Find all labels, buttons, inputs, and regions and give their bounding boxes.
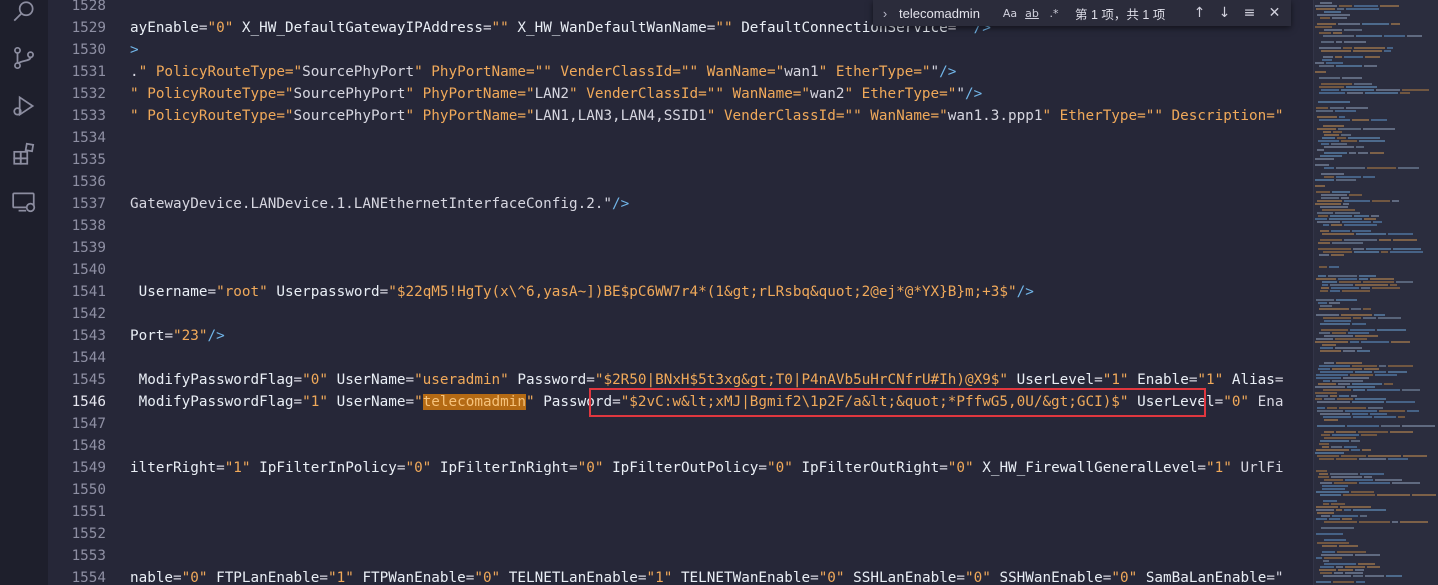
code-line[interactable]: 1545 ModifyPasswordFlag="0" UserName="us… (48, 369, 1313, 391)
close-find-icon[interactable]: ✕ (1262, 5, 1287, 21)
line-number: 1553 (71, 548, 106, 564)
find-in-selection-icon[interactable]: ≡ (1237, 5, 1262, 21)
line-text: > (130, 42, 139, 58)
code-line[interactable]: 1539 (48, 237, 1313, 259)
line-number: 1541 (71, 284, 106, 300)
line-number: 1544 (71, 350, 106, 366)
code-line[interactable]: 1543 Port="23"/> (48, 325, 1313, 347)
line-number: 1550 (71, 482, 106, 498)
previous-match-icon[interactable]: ↑ (1187, 5, 1212, 21)
find-widget: › Aa ab .* 第 1 项，共 1 项 ↑ ↓ ≡ ✕ (873, 0, 1291, 26)
line-number: 1530 (71, 42, 106, 58)
line-number: 1539 (71, 240, 106, 256)
line-text: ModifyPasswordFlag="0" UserName="useradm… (138, 372, 1284, 388)
line-number: 1535 (71, 152, 106, 168)
line-number: 1542 (71, 306, 106, 322)
line-number: 1533 (71, 108, 106, 124)
code-line[interactable]: 1549 ilterRight="1" IpFilterInPolicy="0" … (48, 457, 1313, 479)
line-number: 1545 (71, 372, 106, 388)
line-number: 1534 (71, 130, 106, 146)
code-line[interactable]: 1542 (48, 303, 1313, 325)
line-text: " PolicyRouteType="SourcePhyPort" PhyPor… (130, 108, 1284, 124)
code-line[interactable]: 1537 GatewayDevice.LANDevice.1.LANEtherne… (48, 193, 1313, 215)
line-number: 1536 (71, 174, 106, 190)
code-line[interactable]: 1550 (48, 479, 1313, 501)
line-number: 1538 (71, 218, 106, 234)
code-line[interactable]: 1535 (48, 149, 1313, 171)
search-icon[interactable] (8, 0, 40, 28)
remote-explorer-icon[interactable] (8, 186, 40, 218)
line-text: nable="0" FTPLanEnable="1" FTPWanEnable=… (130, 570, 1284, 585)
line-text: ilterRight="1" IpFilterInPolicy="0" IpFi… (130, 460, 1284, 476)
run-debug-icon[interactable] (8, 90, 40, 122)
line-number: 1551 (71, 504, 106, 520)
line-number: 1528 (71, 0, 106, 14)
line-number: 1546 (71, 394, 106, 410)
line-number: 1537 (71, 196, 106, 212)
code-line[interactable]: 1538 (48, 215, 1313, 237)
line-number: 1548 (71, 438, 106, 454)
line-text: ." PolicyRouteType="SourcePhyPort" PhyPo… (130, 64, 957, 80)
line-number: 1549 (71, 460, 106, 476)
code-line[interactable]: 1536 (48, 171, 1313, 193)
match-whole-word-icon[interactable]: ab (1021, 7, 1043, 20)
code-line[interactable]: 1533 " PolicyRouteType="SourcePhyPort" Ph… (48, 105, 1313, 127)
line-number: 1531 (71, 64, 106, 80)
line-text: ayEnable="0" X_HW_DefaultGatewayIPAddres… (130, 20, 991, 36)
minimap-slider[interactable] (1313, 0, 1438, 585)
line-number: 1529 (71, 20, 106, 36)
match-case-icon[interactable]: Aa (999, 7, 1021, 20)
code-line[interactable]: 1548 (48, 435, 1313, 457)
activity-bar (0, 0, 48, 585)
code-line[interactable]: 1546 ModifyPasswordFlag="1" UserName="te… (48, 391, 1313, 413)
code-line[interactable]: 1540 (48, 259, 1313, 281)
line-number: 1543 (71, 328, 106, 344)
code-line[interactable]: 1554 nable="0" FTPLanEnable="1" FTPWanEna… (48, 567, 1313, 585)
code-line[interactable]: 1552 (48, 523, 1313, 545)
find-input[interactable] (893, 5, 999, 21)
code-line[interactable]: 1553 (48, 545, 1313, 567)
line-number: 1552 (71, 526, 106, 542)
line-number: 1554 (71, 570, 106, 585)
code-editor[interactable]: 1528 1529 ayEnable="0" X_HW_DefaultGateway… (48, 0, 1313, 585)
match-count: 第 1 项，共 1 项 (1075, 7, 1166, 22)
source-control-icon[interactable] (8, 42, 40, 74)
line-text: Port="23"/> (130, 328, 225, 344)
regex-icon[interactable]: .* (1043, 7, 1065, 20)
line-text: " PolicyRouteType="SourcePhyPort" PhyPor… (130, 86, 983, 102)
toggle-replace-icon[interactable]: › (877, 6, 893, 21)
code-line[interactable]: 1544 (48, 347, 1313, 369)
code-line[interactable]: 1534 (48, 127, 1313, 149)
code-line[interactable]: 1532 " PolicyRouteType="SourcePhyPort" Ph… (48, 83, 1313, 105)
line-text: GatewayDevice.LANDevice.1.LANEthernetInt… (130, 196, 630, 212)
code-line[interactable]: 1531 ." PolicyRouteType="SourcePhyPort" P… (48, 61, 1313, 83)
code-line[interactable]: 1547 (48, 413, 1313, 435)
code-line[interactable]: 1530 > (48, 39, 1313, 61)
line-text: Username="root" Userpassword="$22qM5!HgT… (138, 284, 1034, 300)
line-number: 1532 (71, 86, 106, 102)
line-text: ModifyPasswordFlag="1" UserName="telecom… (138, 394, 1284, 410)
line-number: 1547 (71, 416, 106, 432)
next-match-icon[interactable]: ↓ (1212, 5, 1237, 21)
code-line[interactable]: 1541 Username="root" Userpassword="$22qM… (48, 281, 1313, 303)
code-line[interactable]: 1551 (48, 501, 1313, 523)
extensions-icon[interactable] (8, 138, 40, 170)
line-number: 1540 (71, 262, 106, 278)
minimap[interactable] (1313, 0, 1438, 585)
